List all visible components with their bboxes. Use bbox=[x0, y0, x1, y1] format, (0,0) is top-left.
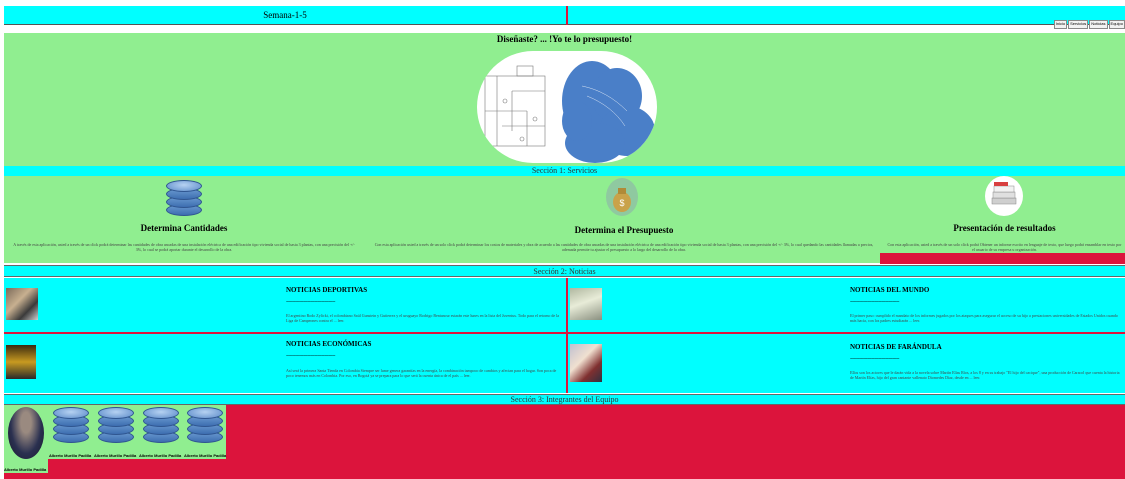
service-title: Determina Cantidades bbox=[140, 223, 228, 233]
hero-section: Diseñaste? ... !Yo te lo presupuesto! bbox=[4, 33, 1125, 166]
team-member-card: Alberto Murillo Padilla bbox=[49, 405, 93, 459]
news-title: NOTICIAS ECONÓMICAS bbox=[286, 340, 372, 348]
news-separator: ----------------------------------------… bbox=[286, 354, 335, 359]
document-stack-icon bbox=[985, 176, 1023, 216]
nav-servicios-button[interactable]: Servicios bbox=[1068, 20, 1089, 29]
section1-title: Sección 1: Servicios bbox=[531, 166, 598, 175]
news-separator: ----------------------------------------… bbox=[850, 300, 899, 305]
hero-title: Diseñaste? ... !Yo te lo presupuesto! bbox=[496, 34, 633, 44]
blueprint-and-cloud-illustration bbox=[484, 61, 655, 163]
service-title: Presentación de resultados bbox=[953, 223, 1056, 233]
news-item-economicas[interactable]: NOTICIAS ECONÓMICAS --------------------… bbox=[4, 334, 566, 393]
news-summary: El argentino Rodo Zylicki, el colombiano… bbox=[286, 313, 560, 323]
news-thumbnail bbox=[570, 288, 602, 320]
team-member-card: Alberto Murillo Padilla bbox=[139, 405, 183, 459]
header-bar: Semana-1-5 bbox=[4, 6, 566, 25]
service-card-cantidades: Determina Cantidades A través de esta ap… bbox=[4, 176, 364, 263]
database-icon bbox=[53, 405, 89, 445]
member-name: Alberto Murillo Padilla bbox=[94, 453, 137, 458]
service-description: Con esta aplicación, usted a través de u… bbox=[887, 242, 1122, 252]
news-item-mundo[interactable]: NOTICIAS DEL MUNDO ---------------------… bbox=[568, 278, 1125, 332]
database-icon bbox=[187, 405, 223, 445]
nav-bar: Inicio Servicios Noticias Equipo bbox=[568, 6, 1125, 29]
news-title: NOTICIAS DE FARÁNDULA bbox=[850, 343, 942, 351]
news-summary: Ellos son los actores que le darán vida … bbox=[850, 370, 1120, 380]
database-icon bbox=[166, 178, 202, 218]
member-name: Alberto Murillo Padilla bbox=[184, 453, 227, 458]
site-title: Semana-1-5 bbox=[263, 10, 307, 20]
section2-title: Sección 2: Noticias bbox=[533, 267, 596, 276]
database-icon bbox=[98, 405, 134, 445]
database-icon bbox=[143, 405, 179, 445]
news-separator: ----------------------------------------… bbox=[850, 357, 899, 362]
nav-noticias-button[interactable]: Noticias bbox=[1089, 20, 1108, 29]
section3-title-bar: Sección 3: Integrantes del Equipo bbox=[4, 394, 1125, 405]
member-name: Alberto Murillo Padilla bbox=[4, 467, 47, 472]
news-thumbnail bbox=[6, 345, 36, 379]
section2-title-bar: Sección 2: Noticias bbox=[4, 265, 1125, 277]
section1-title-bar: Sección 1: Servicios bbox=[4, 166, 1125, 176]
team-member-card: Alberto Murillo Padilla bbox=[94, 405, 138, 459]
member-photo bbox=[8, 407, 44, 459]
news-summary: El primer paso: cumplido el mandato de l… bbox=[850, 313, 1118, 323]
nav-inicio-button[interactable]: Inicio bbox=[1053, 20, 1068, 29]
service-title: Determina el Presupuesto bbox=[574, 225, 674, 235]
news-title: NOTICIAS DEL MUNDO bbox=[850, 286, 930, 294]
news-thumbnail bbox=[570, 344, 602, 382]
news-item-farandula[interactable]: NOTICIAS DE FARÁNDULA ------------------… bbox=[568, 334, 1125, 393]
service-card-resultados: Presentación de resultados Con esta apli… bbox=[884, 176, 1125, 263]
news-thumbnail bbox=[6, 288, 38, 320]
svg-text:$: $ bbox=[619, 198, 624, 208]
news-title: NOTICIAS DEPORTIVAS bbox=[286, 286, 368, 294]
news-separator: ----------------------------------------… bbox=[286, 300, 335, 305]
services-red-strip bbox=[880, 253, 1125, 264]
member-name: Alberto Murillo Padilla bbox=[139, 453, 182, 458]
news-item-deportivas[interactable]: NOTICIAS DEPORTIVAS --------------------… bbox=[4, 278, 566, 332]
hero-image bbox=[477, 51, 657, 163]
member-name: Alberto Murillo Padilla bbox=[49, 453, 92, 458]
service-description: Con esta aplicación usted a través de un… bbox=[374, 242, 874, 252]
nav-equipo-button[interactable]: Equipo bbox=[1108, 20, 1125, 29]
team-member-card: Alberto Murillo Padilla bbox=[184, 405, 226, 459]
team-member-card: Alberto Murillo Padilla bbox=[4, 405, 48, 473]
services-section: Determina Cantidades A través de esta ap… bbox=[4, 176, 1125, 263]
service-card-presupuesto: $ Determina el Presupuesto Con esta apli… bbox=[364, 176, 884, 263]
nav-buttons: Inicio Servicios Noticias Equipo bbox=[1053, 12, 1125, 30]
money-bag-icon: $ bbox=[606, 178, 638, 216]
news-summary: Así será la primera Santa Tienda en Colo… bbox=[286, 368, 557, 378]
section3-title: Sección 3: Integrantes del Equipo bbox=[510, 395, 619, 404]
service-description: A través de esta aplicación, usted a tra… bbox=[13, 242, 355, 252]
